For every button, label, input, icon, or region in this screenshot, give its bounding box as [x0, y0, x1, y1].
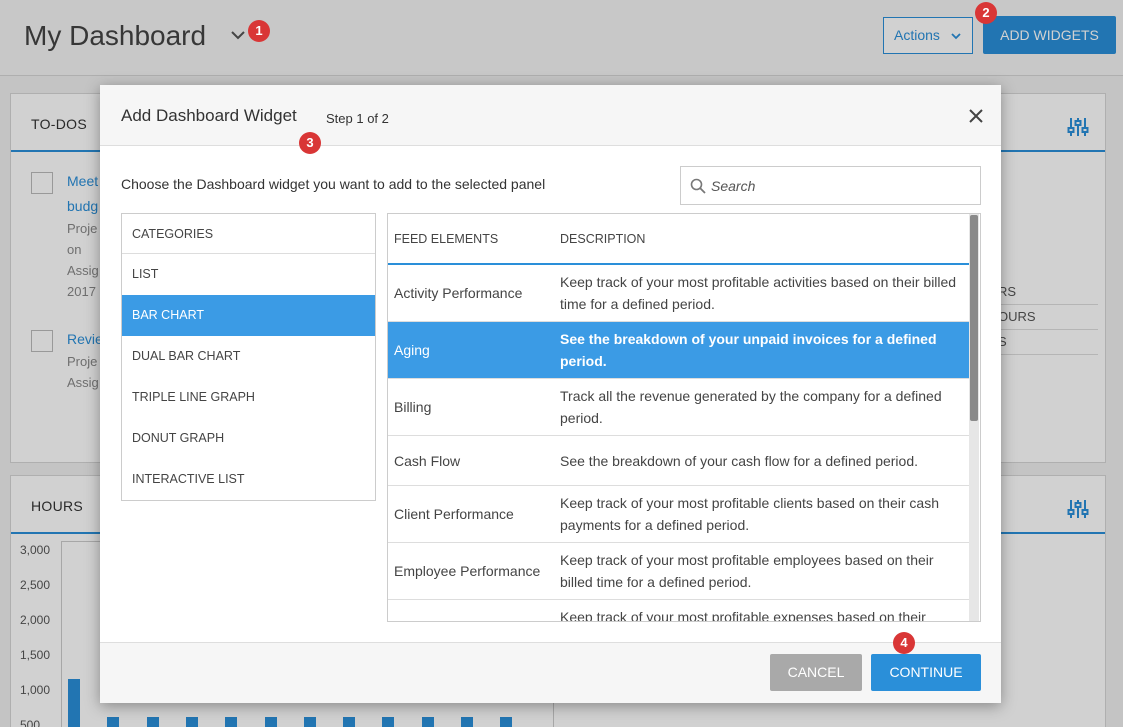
categories-list: CATEGORIES LIST BAR CHART DUAL BAR CHART… [121, 213, 376, 501]
category-item-donut-graph[interactable]: DONUT GRAPH [122, 418, 375, 459]
table-row[interactable]: Employee Performance Keep track of your … [388, 543, 970, 600]
feed-description: See the breakdown of your cash flow for … [560, 453, 918, 469]
categories-header: CATEGORIES [122, 214, 375, 254]
column-header-feed-elements: FEED ELEMENTS [394, 232, 499, 246]
scrollbar[interactable] [969, 214, 979, 621]
feed-description: Track all the revenue generated by the c… [560, 388, 942, 426]
table-row[interactable]: Activity Performance Keep track of your … [388, 265, 970, 322]
table-row[interactable]: Client Performance Keep track of your mo… [388, 486, 970, 543]
table-row[interactable]: Aging See the breakdown of your unpaid i… [388, 322, 970, 379]
feed-name: Expense Performance [394, 600, 554, 621]
category-item-interactive-list[interactable]: INTERACTIVE LIST [122, 459, 375, 500]
table-row[interactable]: Cash Flow See the breakdown of your cash… [388, 436, 970, 486]
table-header: FEED ELEMENTS DESCRIPTION [388, 214, 970, 265]
feed-description: See the breakdown of your unpaid invoice… [560, 331, 937, 369]
annotation-marker-1: 1 [248, 20, 270, 42]
annotation-marker-2: 2 [975, 2, 997, 24]
continue-button[interactable]: CONTINUE [871, 654, 981, 691]
feed-name: Aging [394, 342, 430, 358]
category-item-dual-bar-chart[interactable]: DUAL BAR CHART [122, 336, 375, 377]
feed-name: Client Performance [394, 506, 514, 522]
annotation-marker-4: 4 [893, 632, 915, 654]
cancel-button[interactable]: CANCEL [770, 654, 862, 691]
category-item-triple-line-graph[interactable]: TRIPLE LINE GRAPH [122, 377, 375, 418]
feed-name: Billing [394, 399, 432, 415]
feed-description: Keep track of your most profitable activ… [560, 274, 957, 312]
close-icon[interactable] [967, 107, 985, 125]
dialog-header: Add Dashboard Widget Step 1 of 2 [100, 85, 1001, 146]
scrollbar-thumb[interactable] [970, 215, 978, 421]
feed-description: Keep track of your most profitable emplo… [560, 552, 934, 590]
feed-description: Keep track of your most profitable clien… [560, 495, 939, 533]
feed-name: Cash Flow [394, 452, 461, 469]
feed-name: Employee Performance [394, 563, 541, 579]
search-input[interactable] [711, 175, 971, 197]
step-indicator: Step 1 of 2 [326, 111, 389, 126]
dialog-footer: CANCEL CONTINUE [100, 642, 1001, 703]
search-icon [690, 178, 706, 194]
category-item-list[interactable]: LIST [122, 254, 375, 295]
table-row[interactable]: Billing Track all the revenue generated … [388, 379, 970, 436]
dialog-instructions: Choose the Dashboard widget you want to … [121, 176, 546, 192]
annotation-marker-3: 3 [299, 132, 321, 154]
table-body: Activity Performance Keep track of your … [388, 265, 970, 622]
category-item-bar-chart[interactable]: BAR CHART [122, 295, 375, 336]
feed-name: Activity Performance [394, 285, 523, 301]
table-row[interactable]: Expense Performance Keep track of your m… [388, 600, 970, 622]
feed-elements-table: FEED ELEMENTS DESCRIPTION Activity Perfo… [387, 213, 981, 622]
feed-description: Keep track of your most profitable expen… [560, 609, 926, 622]
add-widget-dialog: Add Dashboard Widget Step 1 of 2 Choose … [100, 85, 1001, 703]
search-field[interactable] [680, 166, 981, 205]
dialog-title: Add Dashboard Widget [121, 106, 297, 125]
column-header-description: DESCRIPTION [560, 232, 646, 246]
